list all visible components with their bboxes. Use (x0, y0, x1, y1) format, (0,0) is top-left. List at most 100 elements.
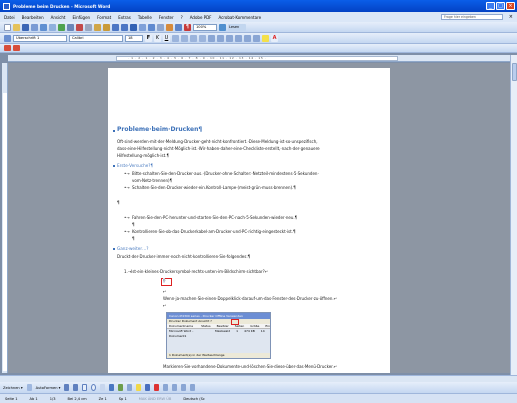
oval-icon[interactable] (91, 384, 97, 391)
styles-pane-icon[interactable] (4, 34, 11, 42)
body-paragraph[interactable]: Markieren·Sie·vorhandene·Dokumente·und·l… (163, 364, 337, 369)
arrow-icon[interactable] (73, 384, 79, 391)
maximize-button[interactable]: □ (496, 2, 505, 10)
menu-extras[interactable]: Extras (118, 15, 131, 20)
minimize-button[interactable]: _ (486, 2, 495, 10)
fill-color-icon[interactable] (136, 384, 142, 391)
bullet-item[interactable]: Schalten·Sie·den·Drucker·wieder·ein.Kont… (132, 185, 296, 190)
font-size-select[interactable]: 18 (125, 34, 143, 42)
line-icon[interactable] (64, 384, 70, 391)
arrow-style-icon[interactable] (172, 384, 178, 391)
font-color-icon[interactable] (154, 384, 160, 391)
read-button[interactable]: Lesen (228, 23, 246, 31)
permission-icon[interactable] (31, 23, 38, 31)
vertical-ruler[interactable] (2, 63, 8, 373)
menu-datei[interactable]: Datei (4, 15, 15, 20)
menu-acrobat-kommentare[interactable]: Acrobat-Kommentare (218, 15, 261, 20)
bullet-item[interactable]: Kontrollieren·Sie·ob·das·Druckerkabel·am… (132, 229, 296, 234)
menu-ansicht[interactable]: Ansicht (51, 15, 66, 20)
print-preview-icon[interactable] (49, 23, 56, 31)
show-formatting-icon[interactable]: ¶ (184, 23, 191, 31)
help-icon[interactable] (219, 23, 226, 31)
save-icon[interactable] (22, 23, 29, 31)
section-heading-2[interactable]: Ganz·weiter…? (117, 246, 149, 251)
bullets-icon[interactable] (226, 34, 233, 42)
document-close-icon[interactable]: × (509, 14, 513, 20)
menu-bearbeiten[interactable]: Bearbeiten (22, 15, 44, 20)
research-icon[interactable] (67, 23, 74, 31)
line-color-icon[interactable] (145, 384, 151, 391)
zeichnen-menu[interactable]: Zeichnen ▾ (3, 386, 23, 390)
underline-icon[interactable]: U (163, 34, 170, 42)
copy-icon[interactable] (85, 23, 92, 31)
embedded-screenshot[interactable]: Canon iP4300 series - Drucker Offline Ve… (166, 312, 271, 359)
clipart-icon[interactable] (118, 384, 124, 391)
intro-line[interactable]: Hilfestellung·möglich·ist.¶ (117, 153, 169, 158)
font-color-icon[interactable]: A (271, 34, 278, 42)
undo-icon[interactable] (112, 23, 119, 31)
font-select[interactable]: Calibri (69, 34, 123, 42)
justify-icon[interactable] (199, 34, 206, 42)
menu-adobe-pdf[interactable]: Adobe PDF (190, 15, 212, 20)
vertical-scrollbar[interactable] (510, 55, 517, 375)
adobe-pdf-mail-icon[interactable] (13, 45, 20, 51)
rectangle-icon[interactable] (82, 384, 88, 391)
menu-tabelle[interactable]: Tabelle (138, 15, 152, 20)
shadow-icon[interactable] (181, 384, 187, 391)
align-right-icon[interactable] (190, 34, 197, 42)
italic-icon[interactable]: K (154, 34, 161, 42)
help-search-input[interactable]: Frage hier eingeben (441, 14, 503, 20)
picture-icon[interactable] (127, 384, 133, 391)
decrease-indent-icon[interactable] (235, 34, 242, 42)
autoformen-menu[interactable]: AutoFormen ▾ (36, 386, 61, 390)
style-select[interactable]: Überschrift 1 (13, 34, 67, 42)
menu-help[interactable]: ? (181, 15, 183, 20)
redo-icon[interactable] (121, 23, 128, 31)
increase-indent-icon[interactable] (244, 34, 251, 42)
numbering-icon[interactable] (217, 34, 224, 42)
numbered-item[interactable]: 1.→Ist·ein·kleines·Druckersymbol·rechts·… (124, 269, 268, 274)
line-spacing-icon[interactable] (208, 34, 215, 42)
menu-fenster[interactable]: Fenster (159, 15, 174, 20)
hyperlink-icon[interactable] (130, 23, 137, 31)
doc-title[interactable]: Probleme·beim·Drucken¶ (117, 127, 202, 133)
columns-icon[interactable] (157, 23, 164, 31)
bold-icon[interactable]: F (145, 34, 152, 42)
highlight-icon[interactable] (262, 34, 269, 42)
intro-line[interactable]: dass·eine·Hilfestellung·nicht·Möglich·is… (117, 146, 320, 151)
spelling-icon[interactable] (58, 23, 65, 31)
menu-einfuegen[interactable]: Einfügen (72, 15, 90, 20)
horizontal-scrollbar[interactable] (0, 375, 517, 382)
print-icon[interactable] (40, 23, 47, 31)
border-icon[interactable] (253, 34, 260, 42)
adobe-pdf-icon[interactable] (4, 45, 11, 51)
close-button[interactable]: × (506, 2, 515, 10)
wordart-icon[interactable] (109, 384, 115, 391)
cut-icon[interactable] (76, 23, 83, 31)
excel-icon[interactable] (148, 23, 155, 31)
textbox-icon[interactable] (100, 384, 106, 391)
align-center-icon[interactable] (181, 34, 188, 42)
table-icon[interactable] (139, 23, 146, 31)
menu-format[interactable]: Format (97, 15, 111, 20)
zoom-select[interactable]: 100% (193, 23, 217, 31)
section-heading-1[interactable]: Erste·Versuche?¶ (117, 163, 153, 168)
bullet-item-cont[interactable]: vom·Netz·trennen)¶ (132, 178, 172, 183)
horizontal-ruler[interactable]: · 1 · 2 · 1 · 2 · 3 · 4 · 5 · 6 · 7 · 8 … (8, 55, 510, 62)
document-map-icon[interactable] (175, 23, 182, 31)
align-left-icon[interactable] (172, 34, 179, 42)
line-style-icon[interactable] (163, 384, 169, 391)
intro-line[interactable]: Oft·sind·werden·mit·der·Meldung·Drucker·… (117, 139, 318, 144)
drawing-icon[interactable] (166, 23, 173, 31)
paste-icon[interactable] (94, 23, 101, 31)
body-paragraph[interactable]: Wenn·ja·machen·Sie·einen·Doppelklick·dar… (163, 296, 337, 301)
bullet-item[interactable]: Bitte·schalten·Sie·den·Drucker·aus.·(Dru… (132, 171, 319, 176)
scroll-thumb[interactable] (512, 63, 517, 81)
format-painter-icon[interactable] (103, 23, 110, 31)
open-folder-icon[interactable] (13, 23, 20, 31)
body-paragraph[interactable]: Druckt·der·Drucker·immer·noch·nicht·kont… (117, 254, 250, 259)
select-objects-icon[interactable] (26, 384, 32, 391)
new-document-icon[interactable] (4, 23, 11, 31)
bullet-item[interactable]: Fahren·Sie·den·PC·herunter·und·starten·S… (132, 215, 297, 220)
3d-icon[interactable] (190, 384, 196, 391)
